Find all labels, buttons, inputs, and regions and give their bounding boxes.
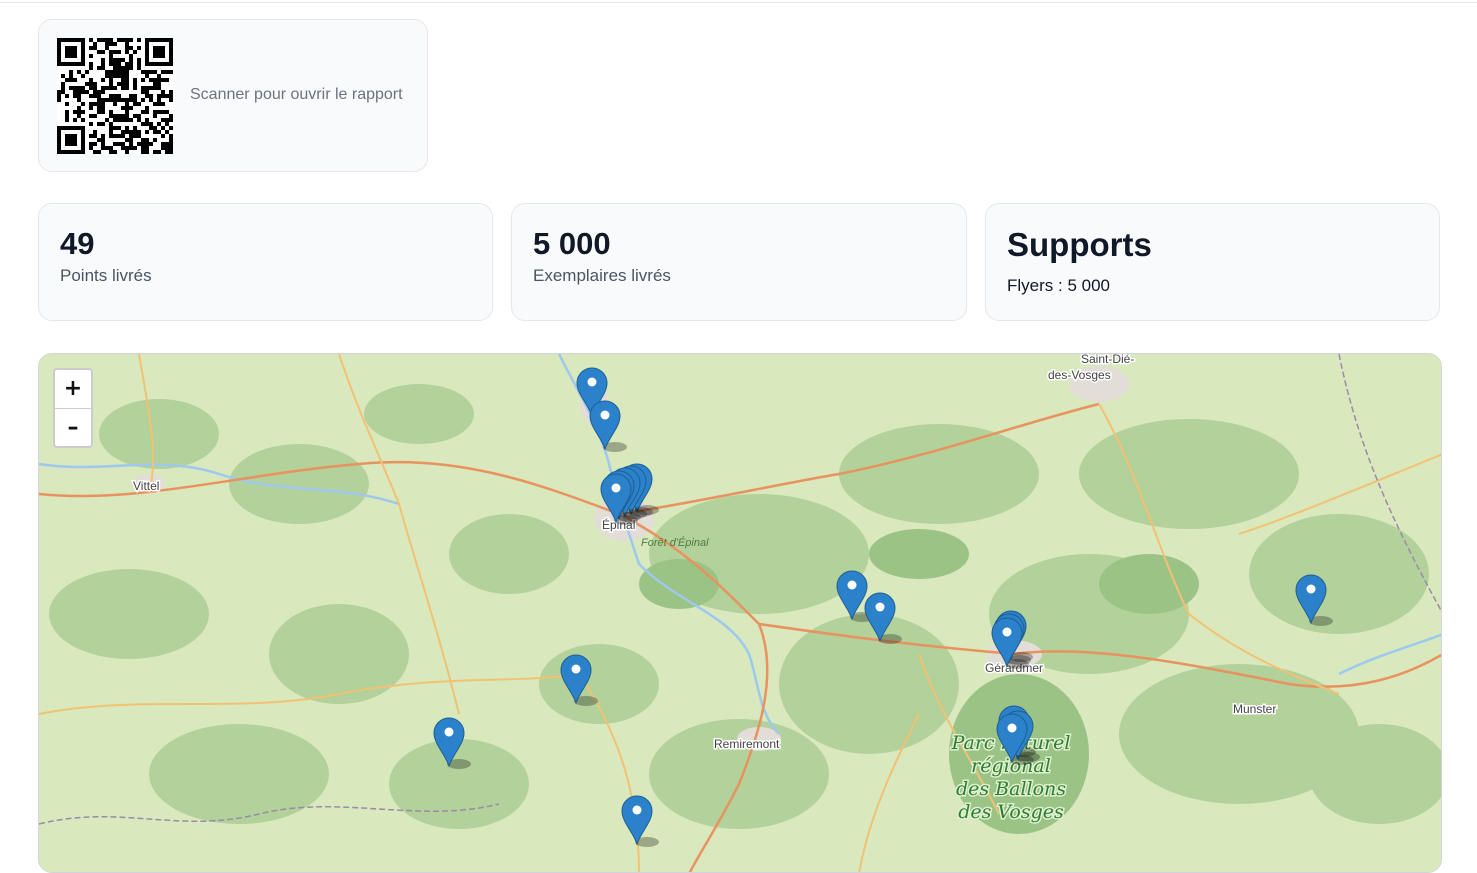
- marker-dot: [1306, 584, 1316, 594]
- qr-code-icon[interactable]: [57, 38, 173, 154]
- label-foret-epinal: Forêt d'Épinal: [641, 536, 709, 549]
- marker-dot: [444, 727, 454, 737]
- supports-flyers: Flyers : 5 000: [1007, 276, 1110, 295]
- qr-card: Scanner pour ouvrir le rapport: [38, 19, 428, 172]
- copies-label: Exemplaires livrés: [533, 266, 671, 285]
- marker-dot: [587, 377, 597, 387]
- qr-caption: Scanner pour ouvrir le rapport: [190, 86, 403, 103]
- points-value: 49: [60, 226, 95, 261]
- top-divider: [0, 2, 1477, 3]
- supports-card: Supports Flyers : 5 000: [985, 203, 1440, 321]
- label-munster: Munster: [1233, 702, 1276, 716]
- points-label: Points livrés: [60, 266, 152, 285]
- marker-dot: [611, 483, 621, 493]
- marker-dot: [1002, 627, 1012, 637]
- label-vittel: Vittel: [133, 479, 159, 493]
- stat-card-points: 49 Points livrés: [38, 203, 493, 321]
- label-saint-die-1: Saint-Dié-: [1081, 354, 1134, 366]
- marker-dot: [847, 580, 857, 590]
- label-saint-die-2: des-Vosges: [1048, 368, 1111, 382]
- zoom-out-button[interactable]: –: [55, 409, 91, 447]
- label-parc-3: des Ballons: [956, 778, 1066, 800]
- supports-title: Supports: [1007, 226, 1152, 263]
- marker-dot: [632, 805, 642, 815]
- map-tiles[interactable]: Saint-Dié- des-Vosges Vittel Épinal Forê…: [39, 354, 1442, 873]
- marker-dot: [571, 664, 581, 674]
- marker-dot: [1007, 723, 1017, 733]
- copies-value: 5 000: [533, 226, 611, 261]
- marker-dot: [600, 410, 610, 420]
- zoom-control: + –: [53, 368, 93, 448]
- stat-card-copies: 5 000 Exemplaires livrés: [511, 203, 967, 321]
- zoom-in-button[interactable]: +: [55, 370, 91, 409]
- delivery-map[interactable]: Saint-Dié- des-Vosges Vittel Épinal Forê…: [38, 353, 1442, 873]
- label-parc-4: des Vosges: [958, 801, 1064, 823]
- marker-dot: [875, 602, 885, 612]
- label-remiremont: Remiremont: [714, 737, 780, 751]
